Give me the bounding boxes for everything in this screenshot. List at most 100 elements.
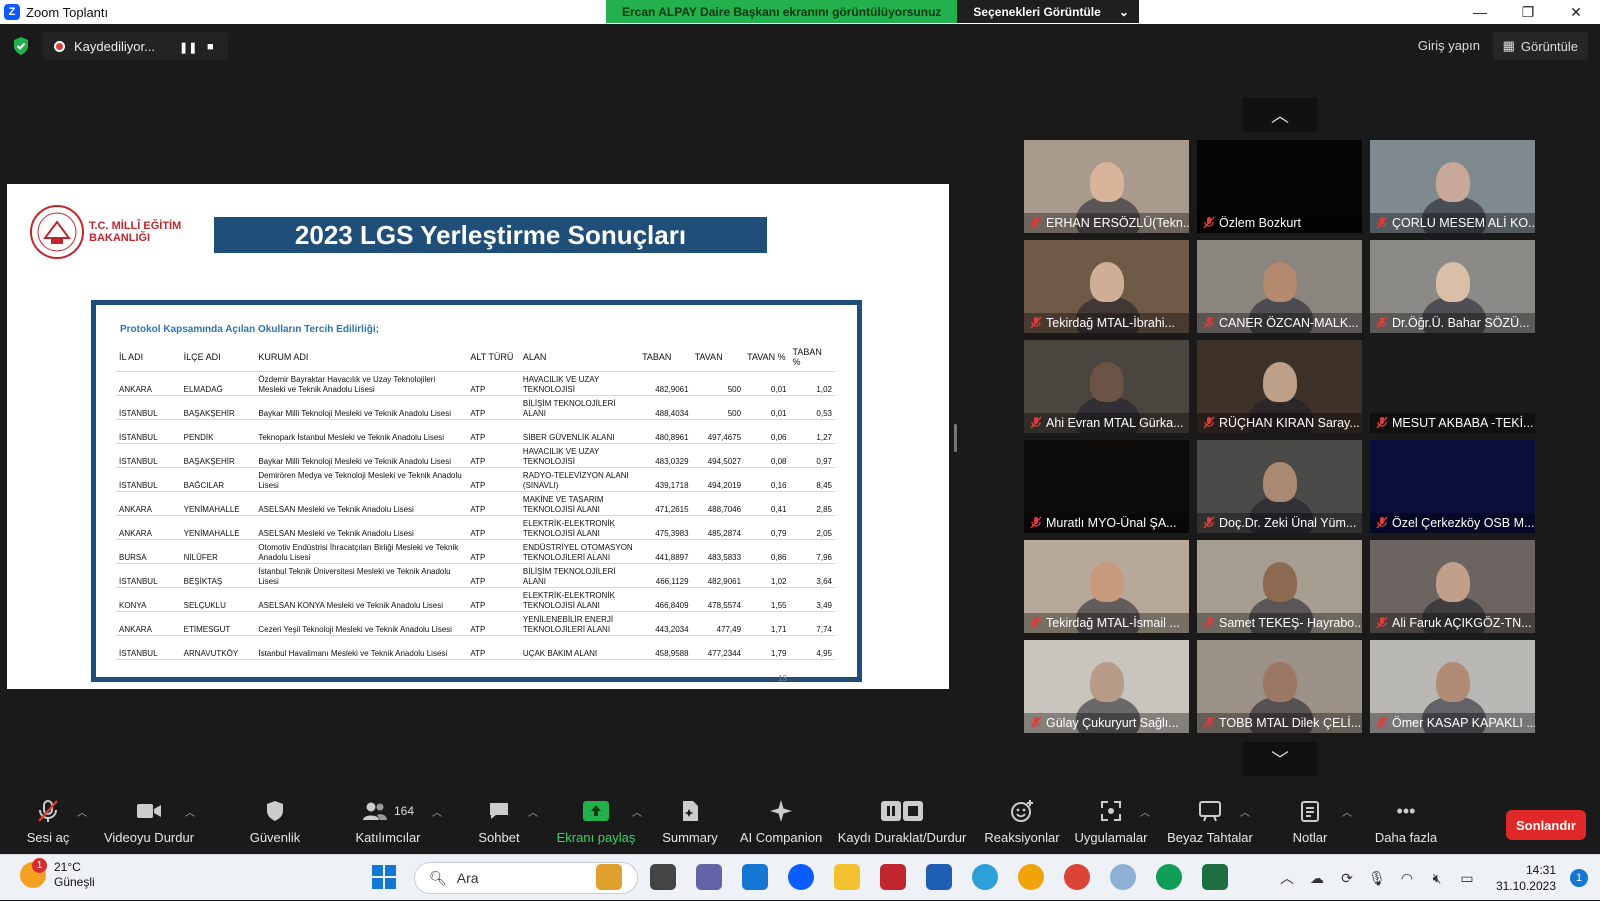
participant-face: [1263, 662, 1297, 702]
participants-button[interactable]: 164 Katılımcılar: [350, 796, 426, 854]
stop-video-button[interactable]: Videoyu Durdur: [102, 796, 196, 854]
view-options-button[interactable]: Seçenekleri Görüntüle ⌄: [957, 0, 1139, 23]
security-button[interactable]: Güvenlik: [248, 796, 302, 854]
participant-tile[interactable]: MESUT AKBABA -TEKİ...: [1370, 340, 1535, 433]
participant-tile[interactable]: Ahi Evran MTAL Gürka...: [1024, 340, 1189, 433]
ai-companion-button[interactable]: AI Companion: [740, 796, 822, 854]
table-row: İSTANBUL BAŞAKŞEHİR Baykar Milli Teknoloji…: [116, 443, 835, 467]
chrome-profile-icon[interactable]: [1156, 864, 1182, 890]
search-highlight-icon[interactable]: [596, 864, 622, 890]
wifi-icon[interactable]: ◠: [1392, 870, 1422, 887]
gallery-prev-button[interactable]: ︿: [1242, 98, 1318, 132]
gallery-next-button[interactable]: ﹀: [1242, 742, 1318, 776]
chevron-up-icon[interactable]: ︿: [1272, 868, 1302, 888]
participant-tile[interactable]: ÇORLU MESEM ALİ KO...: [1370, 140, 1535, 233]
store-icon[interactable]: [926, 864, 952, 890]
table-cell: 0,86: [770, 552, 787, 562]
end-meeting-button[interactable]: Sonlandır: [1506, 810, 1586, 840]
participant-tile[interactable]: Tekirdağ MTAL-İsmail ...: [1024, 540, 1189, 633]
table-header-row: İL ADI İLÇE ADI KURUM ADI ALT TÜRÜ ALAN TABAN…: [116, 343, 835, 371]
restore-button[interactable]: ❐: [1504, 0, 1552, 24]
whiteboard-options-icon[interactable]: ︿: [1240, 804, 1250, 819]
summary-button[interactable]: Summary: [662, 796, 718, 854]
participant-tile[interactable]: Ali Faruk AÇIKGÖZ-TN...: [1370, 540, 1535, 633]
table-frame: Protokol Kapsamında Açılan Okulların Ter…: [91, 300, 862, 683]
mail-icon[interactable]: [742, 864, 768, 890]
table-cell: SİBER GÜVENLİK ALANI: [522, 432, 615, 442]
unmute-button[interactable]: Sesi aç: [27, 796, 69, 854]
ministry-logo-icon: [30, 205, 84, 259]
notes-button[interactable]: Notlar: [1286, 796, 1334, 854]
minimize-button[interactable]: —: [1456, 0, 1504, 24]
windows-start-icon[interactable]: [372, 865, 396, 889]
participant-tile[interactable]: TOBB MTAL Dilek ÇELİ...: [1197, 640, 1362, 733]
system-tray: ︿ ☁ ⟳ 🎙︎ ◠ 🔇︎ ▭ 14:31 31.10.2023 1: [1272, 855, 1600, 901]
edge-icon[interactable]: [972, 864, 998, 890]
more-button[interactable]: ••• Daha fazla: [1374, 796, 1438, 854]
audio-options-icon[interactable]: ︿: [77, 804, 87, 819]
table-row: BURSA NİLÜFER Otomotiv Endüstrisi İhracatç…: [116, 539, 835, 563]
chrome-icon[interactable]: [1064, 864, 1090, 890]
table-cell: 488,7046: [707, 504, 742, 514]
table-cell: Demirören Medya ve Teknoloji Mesleki ve …: [258, 470, 462, 490]
stop-recording-icon[interactable]: ■: [207, 41, 214, 53]
participant-face: [1090, 662, 1124, 702]
table-cell: 4,95: [816, 648, 832, 658]
participant-name: Gülay Çukuryurt Sağlı...: [1024, 713, 1189, 733]
signin-link[interactable]: Giriş yapın: [1418, 38, 1480, 53]
shield-icon[interactable]: [12, 36, 30, 56]
apps-button[interactable]: Uygulamalar: [1074, 796, 1148, 854]
apps-options-icon[interactable]: ︿: [1140, 804, 1150, 819]
participant-tile[interactable]: Ömer KASAP KAPAKLI ...: [1370, 640, 1535, 733]
participant-face: [1090, 362, 1124, 402]
battery-icon[interactable]: ▭: [1452, 870, 1482, 887]
excel-icon[interactable]: [1202, 864, 1228, 890]
app-globe-icon[interactable]: [1110, 864, 1136, 890]
table-row: ANKARA ELMADAĞ Özdemir Bayraktar Havacılık…: [116, 371, 835, 395]
chat-button[interactable]: Sohbet: [474, 796, 524, 854]
task-view-icon[interactable]: [650, 864, 676, 890]
participant-tile[interactable]: Özlem Bozkurt: [1197, 140, 1362, 233]
participant-tile[interactable]: Doç.Dr. Zeki Ünal Yüm...: [1197, 440, 1362, 533]
participant-name: RÜÇHAN KIRAN Saray...: [1197, 413, 1362, 433]
mic-muted-icon: [37, 796, 59, 826]
split-handle[interactable]: [954, 424, 957, 452]
table-cell: İSTANBUL: [119, 408, 158, 418]
participant-tile[interactable]: Özel Çerkezköy OSB M...: [1370, 440, 1535, 533]
speaker-muted-icon[interactable]: 🔇︎: [1422, 870, 1452, 887]
share-screen-button[interactable]: Ekranı paylaş: [556, 796, 636, 854]
notification-badge[interactable]: 1: [1570, 869, 1588, 887]
participant-tile[interactable]: Samet TEKEŞ- Hayrabo...: [1197, 540, 1362, 633]
microphone-icon[interactable]: 🎙︎: [1362, 870, 1392, 887]
table-cell: İSTANBUL: [119, 456, 158, 466]
share-options-icon[interactable]: ︿: [632, 804, 642, 819]
participant-name: Ali Faruk AÇIKGÖZ-TN...: [1370, 613, 1535, 633]
mic-muted-icon: [1376, 516, 1388, 529]
app-orange-icon[interactable]: [1018, 864, 1044, 890]
weather-widget[interactable]: 1 21°C Güneşli: [20, 858, 95, 890]
table-cell: HAVACILIK VE UZAY TEKNOLOJİSİ: [522, 446, 600, 466]
participant-tile[interactable]: Gülay Çukuryurt Sağlı...: [1024, 640, 1189, 733]
notes-options-icon[interactable]: ︿: [1342, 804, 1352, 819]
participant-tile[interactable]: Dr.Öğr.Ü. Bahar SÖZÜ...: [1370, 240, 1535, 333]
file-explorer-icon[interactable]: [834, 864, 860, 890]
app-red-icon[interactable]: [880, 864, 906, 890]
chat-options-icon[interactable]: ︿: [528, 804, 538, 819]
record-control-button[interactable]: Kaydı Duraklat/Durdur: [838, 796, 966, 854]
zoom-taskbar-icon[interactable]: [788, 864, 814, 890]
participant-tile[interactable]: Tekirdağ MTAL-İbrahi...: [1024, 240, 1189, 333]
participant-tile[interactable]: Muratlı MYO-Ünal ŞA...: [1024, 440, 1189, 533]
participant-tile[interactable]: CANER ÖZCAN-MALK...: [1197, 240, 1362, 333]
participant-tile[interactable]: RÜÇHAN KIRAN Saray...: [1197, 340, 1362, 433]
sync-icon[interactable]: ⟳: [1332, 870, 1362, 887]
reactions-button[interactable]: Reaksiyonlar: [984, 796, 1060, 854]
close-button[interactable]: ✕: [1552, 0, 1600, 24]
participant-tile[interactable]: ERHAN ERSÖZLÜ(Tekn...: [1024, 140, 1189, 233]
teams-icon[interactable]: [696, 864, 722, 890]
view-button[interactable]: ▦ Görüntüle: [1492, 32, 1588, 60]
clock[interactable]: 14:31 31.10.2023: [1482, 862, 1562, 894]
video-options-icon[interactable]: ︿: [185, 804, 195, 819]
participants-options-icon[interactable]: ︿: [432, 804, 442, 819]
cloud-icon[interactable]: ☁: [1302, 870, 1332, 887]
pause-recording-icon[interactable]: ❚❚: [179, 41, 197, 54]
